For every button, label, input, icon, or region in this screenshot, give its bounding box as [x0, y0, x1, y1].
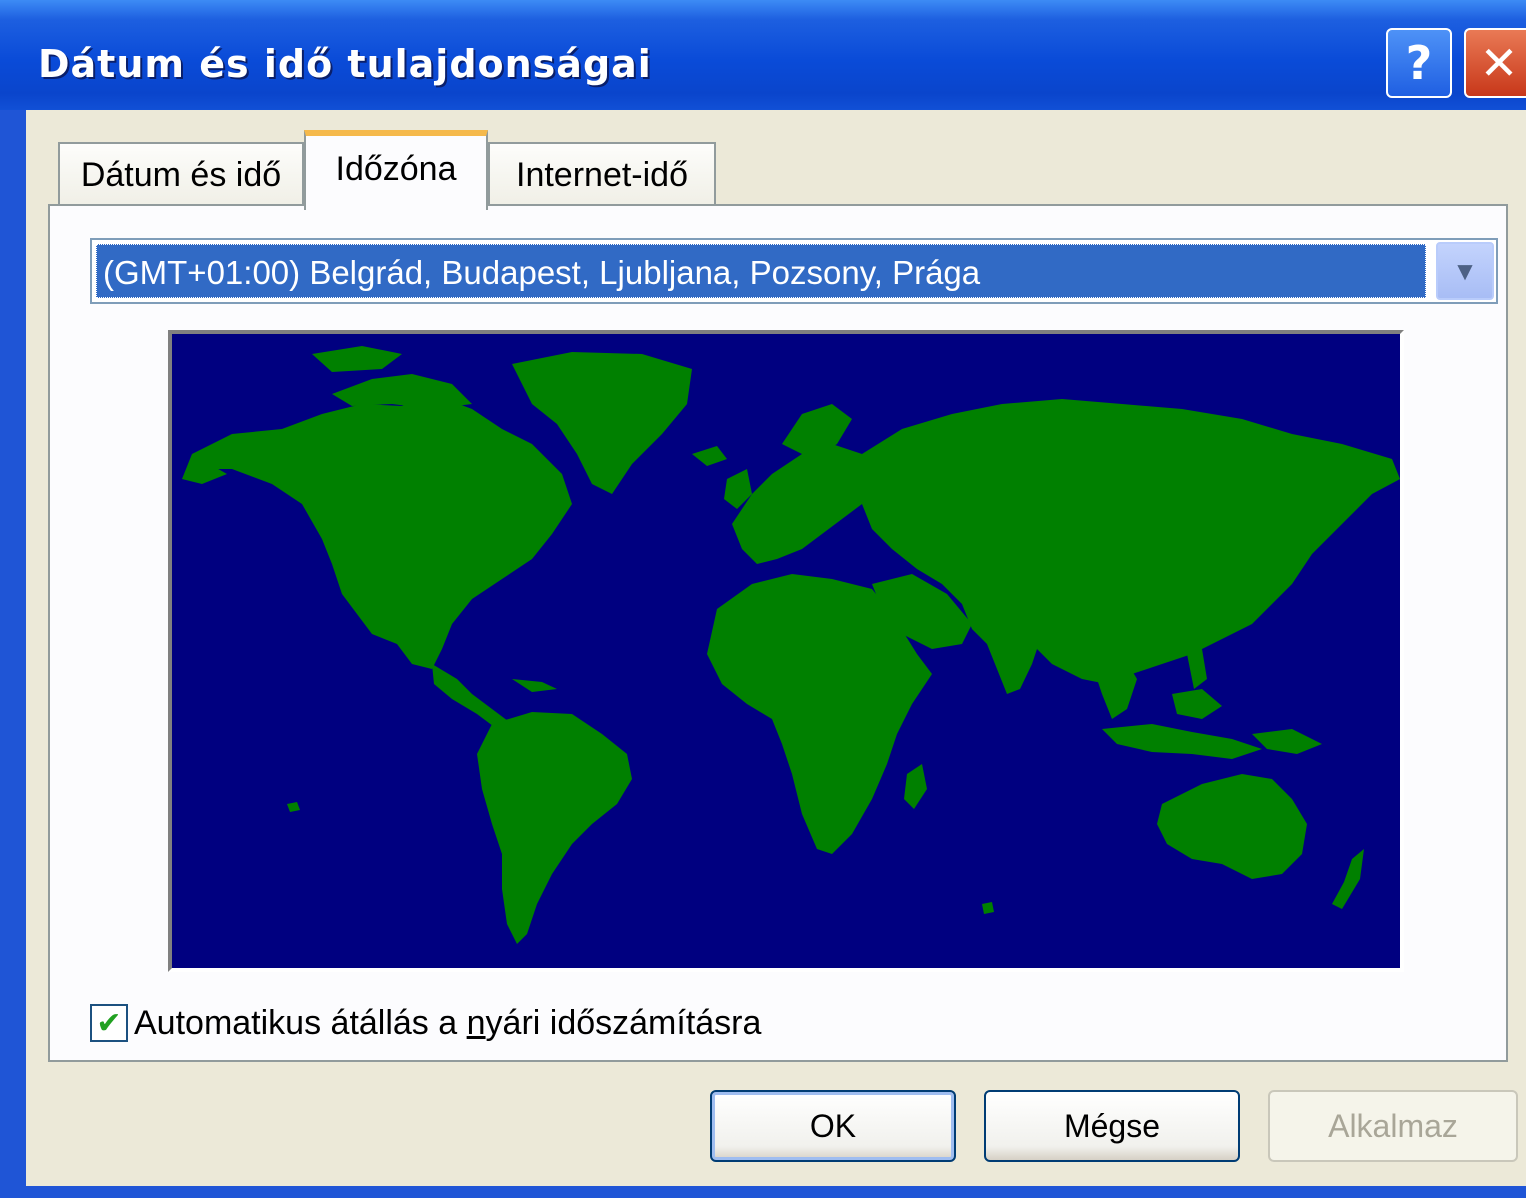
ok-button[interactable]: OK — [710, 1090, 956, 1162]
window-title: Dátum és idő tulajdonságai — [38, 42, 652, 86]
dst-label-mnemonic: n — [466, 1003, 486, 1042]
dst-checkbox-label[interactable]: Automatikus átállás a nyári időszámításr… — [134, 1004, 761, 1043]
timezone-select[interactable]: (GMT+01:00) Belgrád, Budapest, Ljubljana… — [90, 238, 1498, 304]
dialog-window: Dátum és idő tulajdonságai ? ✕ Dátum és … — [0, 0, 1526, 1198]
close-button[interactable]: ✕ — [1464, 28, 1526, 98]
world-map — [168, 330, 1404, 972]
chevron-down-icon[interactable]: ▼ — [1436, 242, 1494, 300]
dst-checkbox-row[interactable]: ✔ Automatikus átállás a nyári időszámítá… — [90, 1000, 761, 1046]
tab-internet-time[interactable]: Internet-idő — [488, 142, 716, 206]
title-bar[interactable]: Dátum és idő tulajdonságai ? ✕ — [0, 0, 1526, 110]
dialog-client-area: Dátum és idő Időzóna Internet-idő (GMT+0… — [26, 110, 1526, 1186]
timezone-selected-value[interactable]: (GMT+01:00) Belgrád, Budapest, Ljubljana… — [96, 244, 1426, 298]
dst-label-part-1: Automatikus átállás a — [134, 1003, 467, 1042]
timezone-panel: (GMT+01:00) Belgrád, Budapest, Ljubljana… — [48, 204, 1508, 1062]
dst-label-part-2: yári időszámításra — [485, 1003, 762, 1042]
help-button[interactable]: ? — [1386, 28, 1452, 98]
tab-date-time[interactable]: Dátum és idő — [58, 142, 304, 206]
apply-button[interactable]: Alkalmaz — [1268, 1090, 1518, 1162]
world-map-graphic — [172, 334, 1400, 968]
dst-checkbox[interactable]: ✔ — [90, 1004, 128, 1042]
tab-timezone[interactable]: Időzóna — [304, 130, 488, 210]
cancel-button[interactable]: Mégse — [984, 1090, 1240, 1162]
